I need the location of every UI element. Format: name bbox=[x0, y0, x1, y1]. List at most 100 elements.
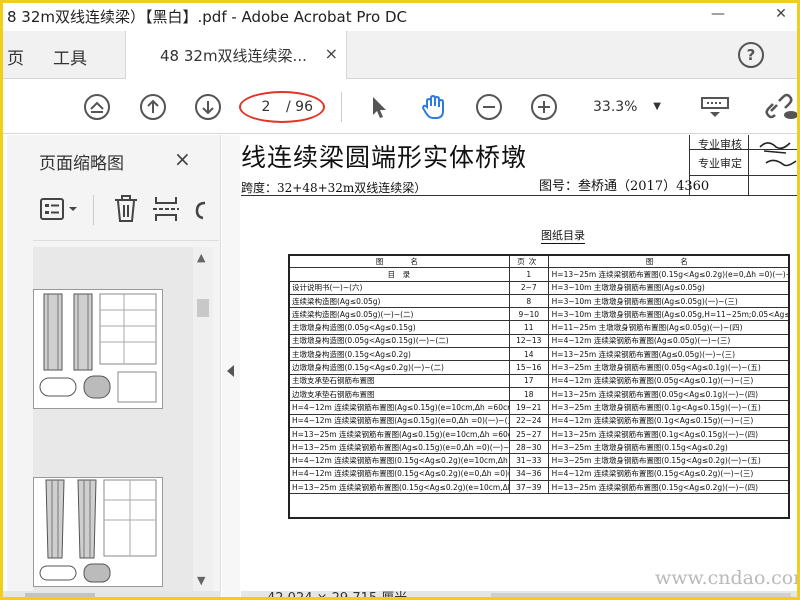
menu-tools[interactable]: 工具 bbox=[53, 44, 87, 69]
title-bar: 8 32m双线连续梁）【黑白】.pdf - Adobe Acrobat Pro … bbox=[3, 3, 797, 27]
menu-home[interactable]: 页 bbox=[7, 44, 24, 69]
table-row: 边墩墩身构造图(0.15g<Ag≤0.2g)(一)~(二) 15~16 H=3~25… bbox=[288, 360, 791, 375]
zoom-out-icon[interactable] bbox=[475, 93, 503, 121]
table-cell-name: H=13~25m 连续梁钢筋布置图(Ag≤0.15g)(e=0,Δh =0)(一… bbox=[288, 440, 510, 455]
table-cell-name: H=4~12m 连续梁钢筋布置图(Ag≤0.15g)(e=10cm,Δh =60… bbox=[288, 400, 510, 415]
table-row: 边墩支承垫石钢筋布置图 18 H=13~25m 连续梁钢筋布置图(0.05g<Ag≤… bbox=[288, 386, 791, 402]
table-cell-name: 边墩支承垫石钢筋布置图 bbox=[288, 386, 510, 402]
drawing-index-table: 图 名 页次 图 名 目 录 1 H=13~25m 连续梁钢筋布置图(0.15g<A… bbox=[288, 253, 791, 495]
toolbar-divider bbox=[341, 92, 342, 122]
table-row: H=13~25m 连续梁钢筋布置图(Ag≤0.15g)(e=10cm,Δh =6… bbox=[288, 426, 791, 442]
table-cell-page: 31~33 bbox=[508, 453, 549, 468]
document-tab-label: 48 32m双线连续梁... bbox=[160, 47, 307, 65]
document-tab[interactable]: 48 32m双线连续梁... × bbox=[125, 31, 347, 79]
table-cell-name: H=3~25m 主墩墩身钢筋布置图(0.15g<Ag≤0.2g)(一)~(五) bbox=[547, 453, 791, 468]
thumbnail-options-icon[interactable] bbox=[39, 193, 85, 225]
thumbnail-page-13[interactable] bbox=[33, 477, 163, 587]
app-window: 8 32m双线连续梁）【黑白】.pdf - Adobe Acrobat Pro … bbox=[0, 0, 800, 600]
help-icon[interactable]: ? bbox=[738, 42, 764, 68]
table-cell-page: 37~39 bbox=[508, 480, 549, 495]
close-icon[interactable]: ✕ bbox=[770, 5, 792, 23]
index-title: 图纸目录 bbox=[541, 229, 585, 244]
table-row: H=13~25m 连续梁钢筋布置图(Ag≤0.15g)(e=0,Δh =0)(一… bbox=[288, 440, 791, 455]
table-cell-page: 17 bbox=[508, 373, 549, 388]
table-row: 连续梁构造图(Ag≤0.05g) 8 H=3~10m 主墩墩身钢筋布置图(Ag≤0.… bbox=[288, 293, 791, 309]
table-row: 主墩墩身构造图(0.05g<Ag≤0.15g)(一)~(二) 12~13 H=4~1… bbox=[288, 333, 791, 349]
table-cell-name: H=4~12m 连续梁钢筋布置图(0.05g<Ag≤0.1g)(一)~(三) bbox=[547, 373, 791, 388]
delete-page-icon[interactable] bbox=[111, 193, 141, 225]
titleblock-line bbox=[748, 135, 749, 195]
thumbnail-drawing bbox=[39, 479, 157, 583]
panel-toolbar bbox=[33, 193, 219, 233]
page-size-readout: 42.024 × 29.715 厘米 bbox=[267, 591, 408, 600]
table-cell-name: H=13~25m 连续梁钢筋布置图(0.15g<Ag≤0.2g)(e=10cm,… bbox=[288, 480, 510, 495]
panel-collapse-handle[interactable] bbox=[222, 135, 240, 597]
table-row: H=4~12m 连续梁钢筋布置图(Ag≤0.15g)(e=0,Δh =0)(一)… bbox=[288, 413, 791, 428]
signature-mark bbox=[759, 142, 797, 167]
table-cell-page: 14 bbox=[508, 347, 549, 362]
panel-header: 页面缩略图 × bbox=[3, 135, 221, 185]
next-page-icon[interactable] bbox=[194, 93, 222, 121]
page-number-input[interactable]: 2 bbox=[253, 96, 279, 118]
panel-toolbar-divider bbox=[93, 195, 94, 225]
column-header-name: 图 名 bbox=[288, 253, 510, 269]
table-cell-name: H=3~25m 主墩墩身钢筋布置图(0.1g<Ag≤0.15g)(一)~(五) bbox=[547, 400, 791, 415]
table-cell-name: H=13~25m 连续梁钢筋布置图(0.15g<Ag≤0.2g)(e=0,Δh … bbox=[547, 267, 791, 282]
title-block: 专业审核 专业审定 bbox=[689, 135, 797, 195]
column-header-page: 页次 bbox=[508, 253, 549, 269]
scroll-down-icon[interactable]: ▼ bbox=[197, 574, 205, 587]
table-cell-name: H=13~25m 连续梁钢筋布置图(Ag≤0.05g)(一)~(三) bbox=[547, 347, 791, 362]
table-cell-name: 连续梁构造图(Ag≤0.05g)(一)~(二) bbox=[288, 307, 510, 322]
table-cell-page: 22~24 bbox=[508, 413, 549, 428]
table-cell-name: H=4~12m 连续梁钢筋布置图(Ag≤0.05g)(一)~(三) bbox=[547, 333, 791, 349]
page-display-icon[interactable] bbox=[700, 93, 730, 121]
minimize-icon[interactable]: — bbox=[707, 5, 729, 23]
panel-divider bbox=[33, 240, 219, 241]
document-heading: 线连续梁圆端形实体桥墩 bbox=[241, 143, 528, 172]
thumbnail-page-12[interactable] bbox=[33, 289, 163, 409]
table-cell-page: 34~36 bbox=[508, 466, 549, 482]
window-title: 8 32m双线连续梁）【黑白】.pdf - Adobe Acrobat Pro … bbox=[7, 8, 407, 26]
thumbnail-scrollbar[interactable]: ▲ ▼ bbox=[193, 247, 213, 597]
table-cell-name: 主墩支承垫石钢筋布置图 bbox=[288, 373, 510, 388]
panel-close-icon[interactable]: × bbox=[174, 147, 191, 171]
table-cell-name: H=3~10m 主墩墩身钢筋布置图(Ag≤0.05g)(一)~(三) bbox=[547, 293, 791, 309]
select-tool-icon[interactable] bbox=[365, 93, 393, 121]
panel-edge bbox=[3, 135, 7, 597]
titleblock-review: 专业审核 bbox=[698, 138, 742, 151]
status-bar: 42.024 × 29.715 厘米 bbox=[241, 591, 797, 600]
table-cell-name: 主墩墩身构造图(0.05g<Ag≤0.15g)(一)~(二) bbox=[288, 333, 510, 349]
page-thumbnails-panel: 页面缩略图 × ▲ ▼ bbox=[3, 135, 221, 597]
scrollbar-thumb[interactable] bbox=[25, 593, 95, 597]
horizontal-scrollbar[interactable] bbox=[491, 593, 791, 597]
table-cell-name: H=13~25m 连续梁钢筋布置图(Ag≤0.15g)(e=10cm,Δh =6… bbox=[288, 426, 510, 442]
hand-tool-icon[interactable] bbox=[420, 93, 448, 121]
table-row: 连续梁构造图(Ag≤0.05g)(一)~(二) 9~10 H=3~10m 主墩墩身钢… bbox=[288, 307, 791, 322]
table-cell-name: H=13~25m 连续梁钢筋布置图(0.15g<Ag≤0.2g)(一)~(四) bbox=[547, 480, 791, 495]
zoom-dropdown[interactable]: 33.3% ▼ bbox=[581, 96, 671, 118]
table-row: 主墩墩身构造图(0.15g<Ag≤0.2g) 14 H=13~25m 连续梁钢筋布置… bbox=[288, 347, 791, 362]
document-subtitle: 跨度：32+48+32m双线连续梁） bbox=[241, 181, 427, 195]
table-cell-page: 18 bbox=[508, 386, 549, 402]
table-cell-name: H=13~25m 连续梁钢筋布置图(0.1g<Ag≤0.15g)(一)~(四) bbox=[547, 426, 791, 442]
table-cell-name: 主墩墩身构造图(0.05g<Ag≤0.15g) bbox=[288, 320, 510, 335]
previous-page-icon[interactable] bbox=[139, 93, 167, 121]
share-link-icon[interactable] bbox=[765, 93, 799, 121]
scroll-up-icon[interactable]: ▲ bbox=[197, 251, 205, 264]
table-cell-page: 2~7 bbox=[508, 280, 549, 295]
panel-horizontal-scrollbar[interactable] bbox=[3, 591, 221, 597]
rotate-page-icon[interactable] bbox=[191, 193, 209, 225]
table-cell-page: 25~27 bbox=[508, 426, 549, 442]
scrollbar-thumb[interactable] bbox=[197, 299, 209, 317]
extract-page-icon[interactable] bbox=[151, 193, 181, 225]
close-tab-icon[interactable]: × bbox=[325, 44, 338, 63]
page-total: / 96 bbox=[286, 99, 313, 115]
table-cell-page: 9~10 bbox=[508, 307, 549, 322]
document-view[interactable]: 线连续梁圆端形实体桥墩 跨度：32+48+32m双线连续梁） 图号：叁桥通（20… bbox=[241, 135, 797, 597]
table-cell-name: H=4~12m 连续梁钢筋布置图(0.1g<Ag≤0.15g)(一)~(三) bbox=[547, 413, 791, 428]
first-page-icon[interactable] bbox=[83, 93, 111, 121]
table-cell-name: 边墩墩身构造图(0.15g<Ag≤0.2g)(一)~(二) bbox=[288, 360, 510, 375]
table-cell-name: H=3~10m 主墩墩身钢筋布置图(Ag≤0.05g,H=11~25m;0.05… bbox=[547, 307, 791, 322]
zoom-in-icon[interactable] bbox=[530, 93, 558, 121]
table-row: H=4~12m 连续梁钢筋布置图(0.15g<Ag≤0.2g)(e=10cm,Δ… bbox=[288, 453, 791, 468]
